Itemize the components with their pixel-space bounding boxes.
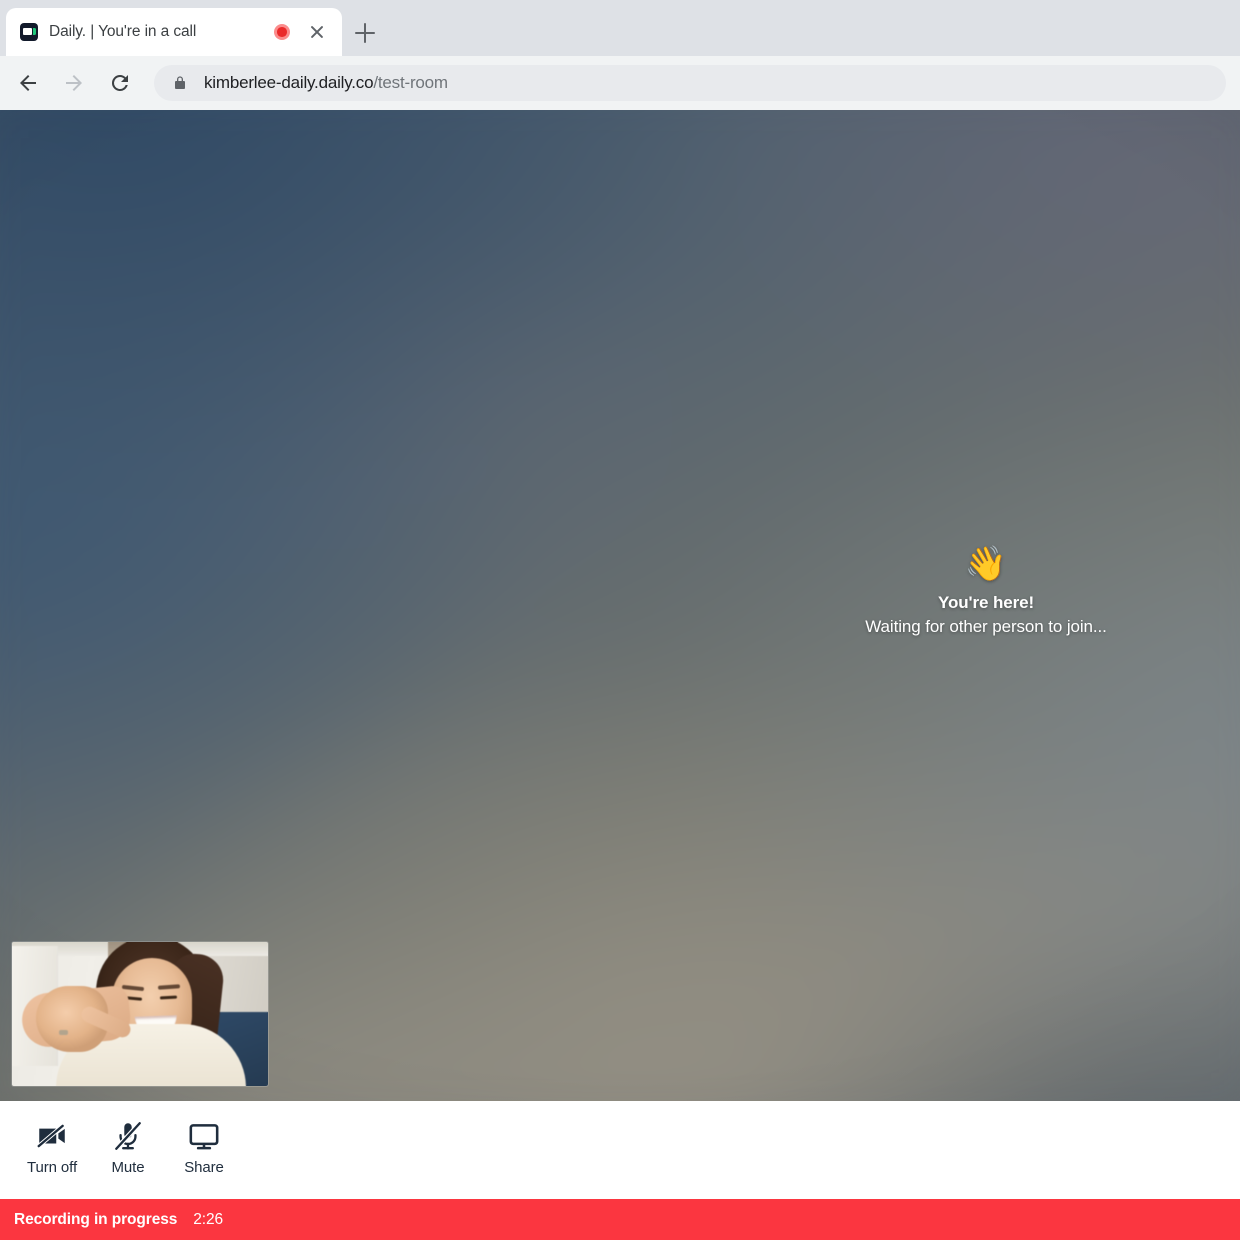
call-controls-bar: Turn off Mute Share (0, 1101, 1240, 1199)
back-arrow-icon[interactable] (6, 61, 50, 105)
lock-icon (172, 75, 188, 91)
browser-toolbar: kimberlee-daily.daily.co/test-room (0, 56, 1240, 110)
tab-strip: Daily. | You're in a call (0, 0, 1240, 56)
recording-status-label: Recording in progress (14, 1210, 178, 1228)
video-stage: 👋 You're here! Waiting for other person … (0, 110, 1240, 1101)
screenshot-root: Daily. | You're in a call kimberlee-dail… (0, 0, 1240, 1240)
recording-timer: 2:26 (193, 1210, 224, 1228)
mic-toggle-button[interactable]: Mute (90, 1115, 166, 1187)
mic-toggle-label: Mute (111, 1159, 145, 1176)
camera-toggle-button[interactable]: Turn off (14, 1115, 90, 1187)
screen-share-button[interactable]: Share (166, 1115, 242, 1187)
screen-share-label: Share (184, 1159, 224, 1176)
url-host: kimberlee-daily.daily.co (204, 73, 374, 92)
close-tab-icon[interactable] (306, 21, 328, 43)
url-text: kimberlee-daily.daily.co/test-room (204, 73, 448, 93)
daily-camera-favicon (20, 23, 38, 41)
browser-chrome: Daily. | You're in a call kimberlee-dail… (0, 0, 1240, 110)
self-view-video[interactable] (12, 942, 268, 1086)
tab-title: Daily. | You're in a call (49, 23, 197, 40)
camera-off-icon (35, 1115, 69, 1157)
screen-share-icon (187, 1115, 221, 1157)
reload-icon[interactable] (98, 61, 142, 105)
url-path: /test-room (373, 73, 448, 92)
browser-tab[interactable]: Daily. | You're in a call (6, 8, 342, 56)
forward-arrow-icon (52, 61, 96, 105)
new-tab-icon[interactable] (352, 20, 378, 46)
camera-toggle-label: Turn off (26, 1159, 78, 1176)
address-bar[interactable]: kimberlee-daily.daily.co/test-room (154, 65, 1226, 101)
recording-banner: Recording in progress 2:26 (0, 1199, 1240, 1240)
mic-off-icon (111, 1115, 145, 1157)
recording-dot-icon (274, 24, 290, 40)
